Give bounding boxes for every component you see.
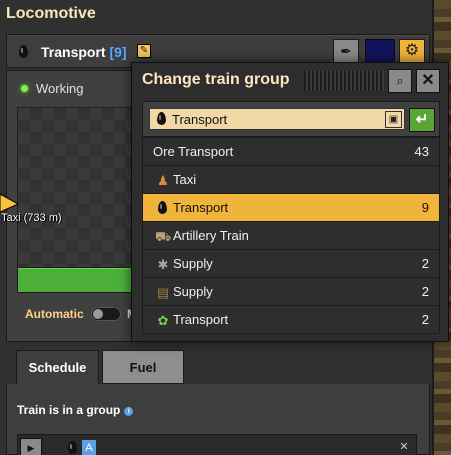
arrow-icon [0,193,20,213]
group-list: Ore Transport 43 ♟ Taxi Transport 9 ⛟ Ar… [142,137,440,334]
group-label: Transport [173,200,229,215]
list-item[interactable]: Transport 9 [143,194,439,222]
search-icon[interactable]: ⌕ [388,69,412,93]
list-item[interactable]: Ore Transport 43 [143,138,439,166]
dialog-title: Change train group [142,71,290,88]
group-label: Artillery Train [173,228,249,243]
status-indicator-icon [21,85,28,92]
color-picker-button[interactable]: ✒ [333,39,359,63]
drag-handle[interactable] [304,71,384,91]
list-item[interactable]: ▤ Supply 2 [143,278,439,306]
list-item[interactable]: ⛟ Artillery Train [143,222,439,250]
artillery-wagon-icon: ⛟ [155,229,172,244]
group-count: 2 [421,256,429,271]
window-title: Locomotive [6,5,96,22]
group-label: Supply [173,284,213,299]
list-item[interactable]: ✱ Supply 2 [143,250,439,278]
group-label: Taxi [173,172,197,187]
group-count: 9 [421,200,429,215]
list-item[interactable]: ✿ Transport 2 [143,306,439,334]
oil-drop-icon [157,112,166,125]
change-train-group-dialog: Change train group ⌕ ✕ ▣ ↵ Ore Transport… [131,62,449,342]
oil-drop-icon [68,441,77,454]
group-heading: Train is in a group i [17,403,134,417]
schedule-row[interactable]: ▶ A ✕ [17,434,417,455]
group-label: Ore Transport [153,144,234,159]
oil-drop-icon [158,201,167,214]
oil-drop-icon [19,45,28,58]
tab-fuel[interactable]: Fuel [102,350,184,384]
fuel-progress-bar [17,267,135,293]
color-swatch[interactable] [365,39,395,63]
play-icon[interactable]: ▶ [20,438,42,455]
group-heading-text: Train is in a group [17,403,121,417]
camera-view[interactable] [17,107,145,287]
group-label: Transport [173,312,229,327]
train-name: Transport [9] [41,44,127,60]
automatic-toggle[interactable] [91,307,121,321]
train-name-label: Transport [41,44,106,60]
letter-a-icon: A [82,440,96,455]
group-label: Supply [173,256,213,271]
schedule-panel: Train is in a group i ▶ A ✕ [6,384,430,455]
status-text: Working [36,81,84,96]
group-count: 2 [421,312,429,327]
confirm-button[interactable]: ↵ [409,108,435,132]
group-name-row: ▣ ↵ [142,101,440,137]
person-icon: ♟ [157,173,169,188]
automatic-label: Automatic [25,307,84,321]
group-name-input[interactable] [149,108,405,130]
plant-icon: ✿ [157,313,169,328]
gear-icon[interactable]: ⚙ [399,39,425,63]
wooden-chest-icon: ▤ [156,285,170,300]
close-icon[interactable]: ✕ [396,438,412,455]
group-count: 2 [421,284,429,299]
spidertron-icon: ✱ [157,257,169,272]
list-item[interactable]: ♟ Taxi [143,166,439,194]
tab-schedule[interactable]: Schedule [16,350,99,384]
rename-button[interactable]: ✎ [137,44,151,58]
train-count: [9] [109,44,127,60]
image-icon[interactable]: ▣ [385,111,402,128]
map-target-label: Taxi (733 m) [1,212,62,224]
group-count: 43 [414,144,429,159]
info-icon[interactable]: i [124,407,134,416]
close-icon[interactable]: ✕ [416,69,440,93]
